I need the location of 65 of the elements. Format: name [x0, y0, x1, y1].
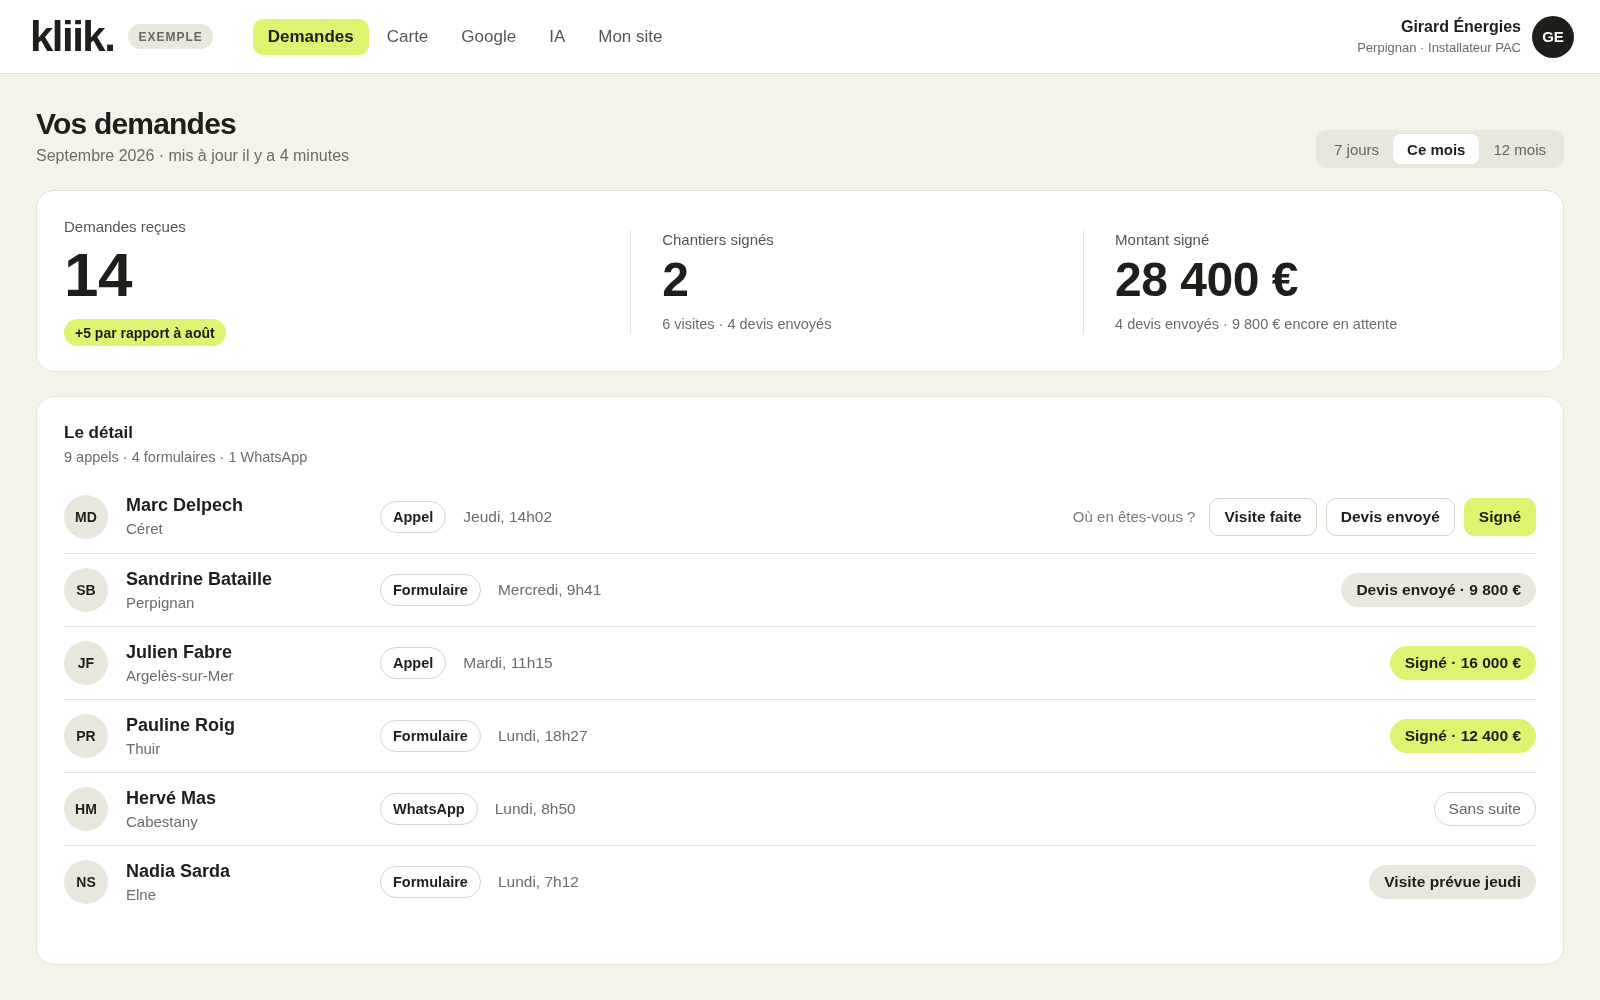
nav-tab[interactable]: Mon site — [583, 18, 678, 55]
contact-avatar: SB — [64, 568, 108, 612]
demo-badge: EXEMPLE — [128, 24, 213, 49]
status-badge: Devis envoyé · 9 800 € — [1341, 573, 1536, 607]
stat-label: Montant signé — [1115, 229, 1210, 250]
stat-label: Chantiers signés — [662, 229, 774, 250]
account-subtitle: Perpignan · Installateur PAC — [1357, 39, 1521, 57]
channel-tag: Formulaire — [380, 574, 481, 606]
channel-tag: Appel — [380, 647, 447, 679]
request-time: Lundi, 8h50 — [494, 800, 576, 818]
status-badge: Sans suite — [1433, 792, 1536, 826]
account-name: Girard Énergies — [1400, 16, 1521, 37]
page-title: Vos demandes — [36, 106, 237, 142]
contact-name: Pauline Roig — [126, 713, 235, 736]
stat-value: 28 400 € — [1115, 251, 1298, 308]
logo: kliik. — [30, 15, 115, 58]
request-time: Mardi, 11h15 — [463, 654, 553, 672]
page-subtitle: Septembre 2026 · mis à jour il y a 4 minutes — [36, 146, 350, 166]
account-avatar[interactable]: GE — [1532, 15, 1574, 58]
nav-tab[interactable]: Carte — [371, 18, 444, 55]
contact-avatar: MD — [64, 494, 108, 539]
stat-note: 4 devis envoyés · 9 800 € encore en attente — [1115, 314, 1398, 334]
nav-tab[interactable]: Google — [446, 18, 532, 55]
nav-tab[interactable]: IA — [534, 18, 581, 55]
contact-name: Julien Fabre — [126, 640, 233, 663]
request-time: Lundi, 7h12 — [497, 873, 579, 891]
status-option-button[interactable]: Devis envoyé — [1325, 497, 1455, 536]
period-tab[interactable]: 12 mois — [1479, 134, 1560, 164]
status-question: Où en êtes-vous ? — [1072, 508, 1196, 525]
period-tab[interactable]: Ce mois — [1393, 134, 1480, 164]
section-subtitle: 9 appels · 4 formulaires · 1 WhatsApp — [64, 448, 309, 467]
contact-name: Hervé Mas — [126, 786, 217, 809]
request-time: Mercredi, 9h41 — [497, 581, 602, 599]
contact-avatar: NS — [64, 860, 108, 904]
contact-city: Argelès-sur-Mer — [126, 665, 234, 686]
contact-city: Perpignan — [126, 592, 195, 613]
status-badge: Visite prévue jeudi — [1369, 865, 1536, 899]
request-time: Lundi, 18h27 — [497, 727, 588, 745]
status-badge: Signé · 12 400 € — [1389, 719, 1536, 753]
contact-city: Elne — [126, 884, 157, 905]
status-badge: Signé · 16 000 € — [1389, 646, 1536, 680]
stat-value: 14 — [64, 243, 132, 307]
contact-name: Nadia Sarda — [126, 859, 231, 882]
status-option-button[interactable]: Signé — [1463, 497, 1536, 536]
period-tab[interactable]: 7 jours — [1320, 134, 1394, 164]
channel-tag: Appel — [380, 500, 447, 533]
contact-city: Céret — [126, 519, 163, 539]
contact-name: Sandrine Bataille — [126, 567, 273, 590]
section-title: Le détail — [64, 422, 134, 444]
nav-tab[interactable]: Demandes — [252, 18, 369, 55]
channel-tag: Formulaire — [380, 720, 481, 752]
status-option-button[interactable]: Visite faite — [1209, 497, 1317, 536]
contact-city: Cabestany — [126, 811, 198, 832]
contact-avatar: PR — [64, 714, 108, 758]
trend-badge: +5 par rapport à août — [64, 319, 226, 346]
stat-value: 2 — [662, 251, 689, 308]
channel-tag: Formulaire — [380, 866, 481, 898]
contact-avatar: HM — [64, 787, 108, 831]
contact-name: Marc Delpech — [126, 494, 244, 516]
stat-note: 6 visites · 4 devis envoyés — [662, 314, 832, 334]
stat-label: Demandes reçues — [64, 217, 186, 237]
contact-avatar: JF — [64, 641, 108, 685]
channel-tag: WhatsApp — [380, 793, 478, 825]
request-time: Jeudi, 14h02 — [463, 507, 553, 526]
contact-city: Thuir — [126, 738, 161, 759]
